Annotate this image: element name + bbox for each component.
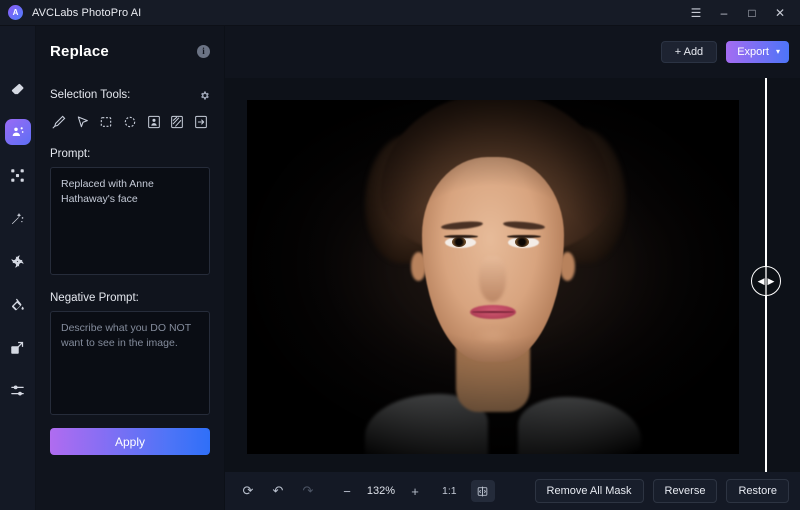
window-controls: ☰ – □ ✕ [682,2,794,24]
app-title: AVCLabs PhotoPro AI [32,6,142,19]
rail-item-magic-wand-tool[interactable] [5,205,31,231]
edited-photo[interactable] [247,100,739,454]
maximize-icon[interactable]: □ [738,2,766,24]
rail-item-expand-tool[interactable] [5,162,31,188]
zoom-out-icon[interactable]: − [332,479,362,503]
brush-tool-icon[interactable] [50,112,68,131]
texture-select-tool-icon[interactable] [169,112,187,131]
export-button[interactable]: Export ▾ [726,41,789,63]
tool-rail [0,26,36,510]
chevron-down-icon: ▾ [775,47,780,56]
close-icon[interactable]: ✕ [766,2,794,24]
rail-item-resize-tool[interactable] [5,334,31,360]
zoom-level-label: 132% [366,485,396,497]
export-button-label: Export [737,46,769,58]
hamburger-menu-icon[interactable]: ☰ [682,2,710,24]
rail-item-paint-bucket-tool[interactable] [5,291,31,317]
main-area: + Add Export ▾ ◀ ▶ ⟳ ↶ ↷ − 132% + 1:1 Re… [224,26,800,510]
app-body: Replace i Selection Tools: Prompt: Repla… [0,26,800,510]
rail-item-eraser-tool[interactable] [5,76,31,102]
remove-all-mask-button[interactable]: Remove All Mask [534,479,644,503]
main-toolbar: + Add Export ▾ [225,26,800,78]
app-logo-icon: A [8,5,23,20]
restore-button[interactable]: Restore [726,479,789,503]
arrow-right-icon: ▶ [767,275,775,286]
page-title: Replace [50,42,109,60]
portrait-select-tool-icon[interactable] [145,112,163,131]
negative-prompt-label: Negative Prompt: [50,292,139,304]
ellipse-select-tool-icon[interactable] [121,112,139,131]
zoom-in-icon[interactable]: + [400,479,430,503]
canvas-viewport[interactable]: ◀ ▶ [225,78,800,472]
reset-icon[interactable]: ⟳ [233,479,263,503]
ratio-one-to-one-button[interactable]: 1:1 [442,485,457,497]
rectangle-select-tool-icon[interactable] [97,112,115,131]
rail-item-replace-tool[interactable] [4,119,31,145]
redo-icon[interactable]: ↷ [293,479,323,503]
arrow-left-icon: ◀ [757,275,765,286]
prompt-label: Prompt: [50,148,91,160]
rail-item-enhance-tool[interactable] [5,248,31,274]
import-mask-tool-icon[interactable] [192,112,210,131]
selection-tools-label: Selection Tools: [50,89,131,101]
add-button[interactable]: + Add [660,41,718,63]
compare-slider-handle[interactable]: ◀ ▶ [751,266,781,296]
lasso-tool-icon[interactable] [74,112,92,131]
info-icon[interactable]: i [197,44,210,58]
compare-view-icon[interactable] [470,480,495,502]
bottom-toolbar: ⟳ ↶ ↷ − 132% + 1:1 Remove All Mask Rever… [225,472,800,510]
reverse-button[interactable]: Reverse [652,479,718,503]
title-bar: A AVCLabs PhotoPro AI ☰ – □ ✕ [0,0,800,26]
panel-header: Replace i [50,30,210,72]
selection-tools-row: Selection Tools: [50,89,210,101]
selection-tools-group [50,112,210,131]
gear-icon[interactable] [199,90,210,101]
prompt-input[interactable]: Replaced with Anne Hathaway's face [50,167,210,275]
minimize-icon[interactable]: – [710,2,738,24]
bottom-actions: Remove All Mask Reverse Restore [534,479,789,503]
apply-button[interactable]: Apply [50,428,210,455]
app-window: A AVCLabs PhotoPro AI ☰ – □ ✕ Replace i … [0,0,800,510]
rail-item-adjust-sliders-tool[interactable] [5,377,31,403]
undo-icon[interactable]: ↶ [263,479,293,503]
negative-prompt-input[interactable]: Describe what you DO NOT want to see in … [50,311,210,415]
left-panel: Replace i Selection Tools: Prompt: Repla… [36,26,224,510]
